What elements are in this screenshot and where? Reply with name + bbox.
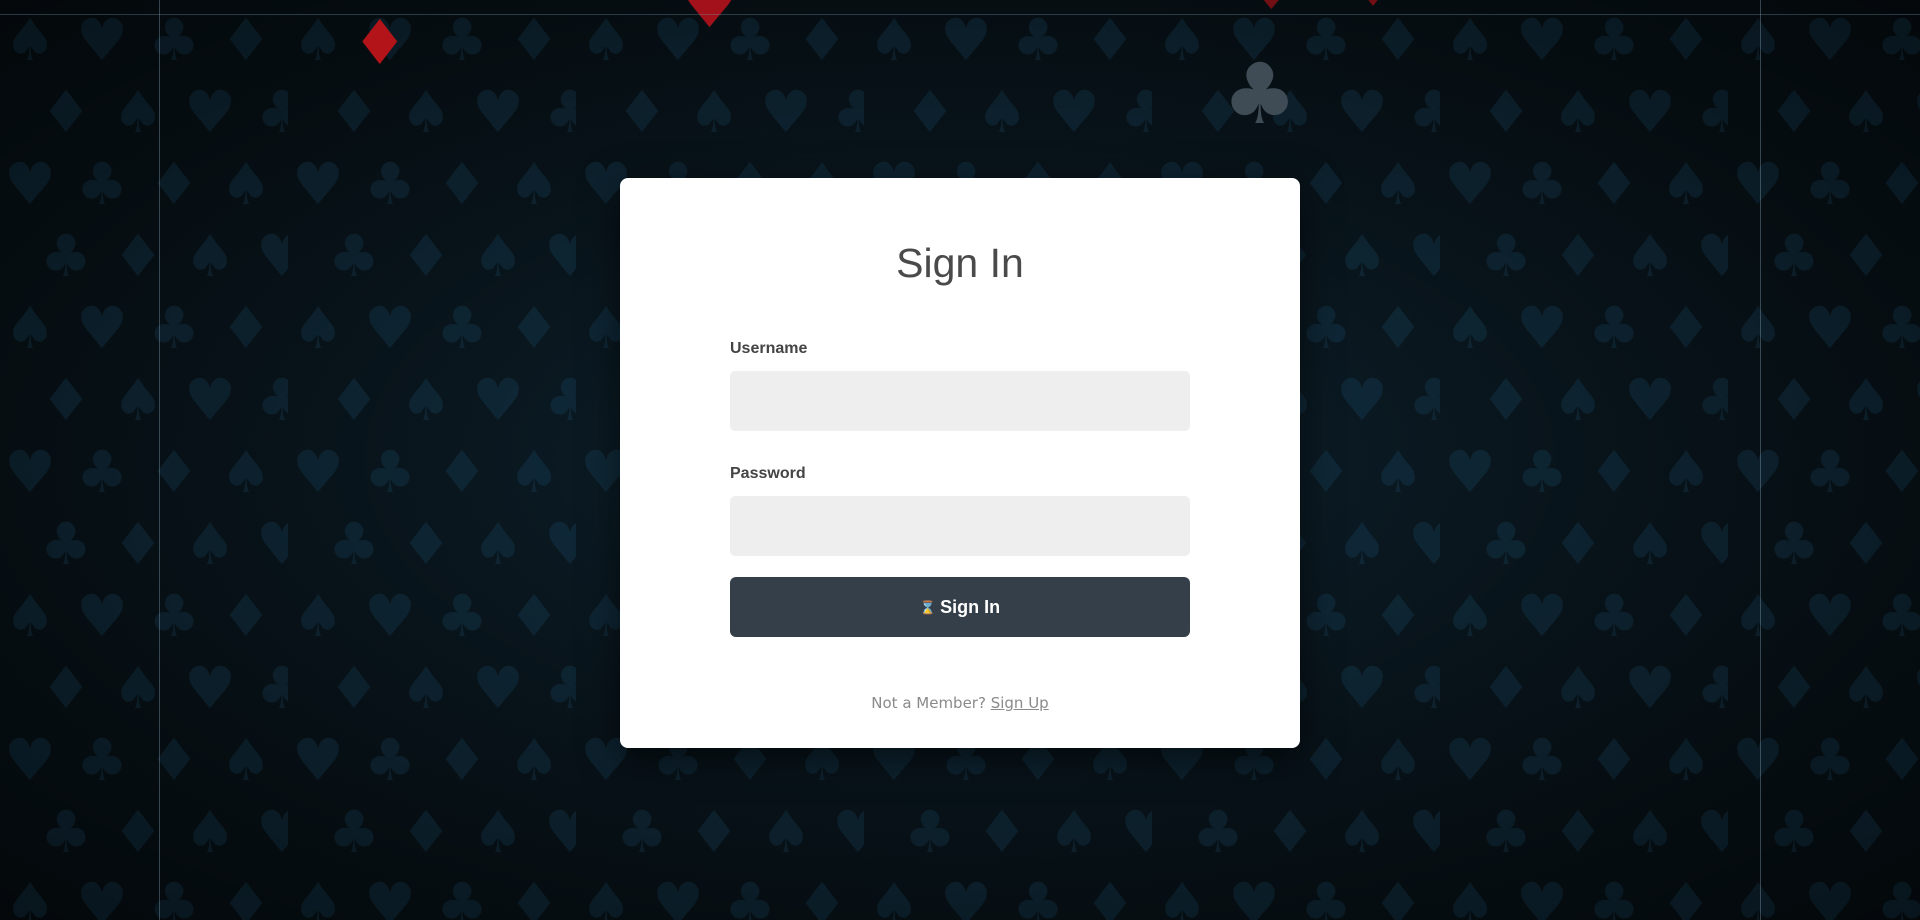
username-input[interactable] — [730, 371, 1190, 431]
red-heart-decoration-small: ♥ — [1248, 0, 1295, 18]
sign-in-button[interactable]: ⌛ Sign In — [730, 577, 1190, 637]
username-label: Username — [730, 340, 808, 357]
right-guide-line — [1760, 0, 1761, 920]
password-input[interactable] — [730, 496, 1190, 556]
red-diamond-decoration: ♦ — [352, 6, 408, 79]
sign-in-button-label: Sign In — [940, 596, 1001, 617]
club-decoration: ♣ — [1222, 45, 1298, 143]
sign-up-link[interactable]: Sign Up — [991, 694, 1049, 712]
red-diamond-decoration-small: ♦ — [1356, 0, 1390, 12]
signup-prompt-text: Not a Member? — [871, 694, 986, 712]
password-label: Password — [730, 465, 806, 482]
top-divider-line — [0, 14, 1920, 15]
sign-in-card: Sign In Username Password ⌛ Sign In Not … — [620, 178, 1300, 748]
hourglass-icon: ⌛ — [919, 599, 937, 615]
signup-prompt: Not a Member? Sign Up — [620, 694, 1300, 712]
left-guide-line — [159, 0, 160, 920]
red-heart-decoration: ♥ — [680, 0, 740, 43]
page-title: Sign In — [896, 240, 1024, 286]
